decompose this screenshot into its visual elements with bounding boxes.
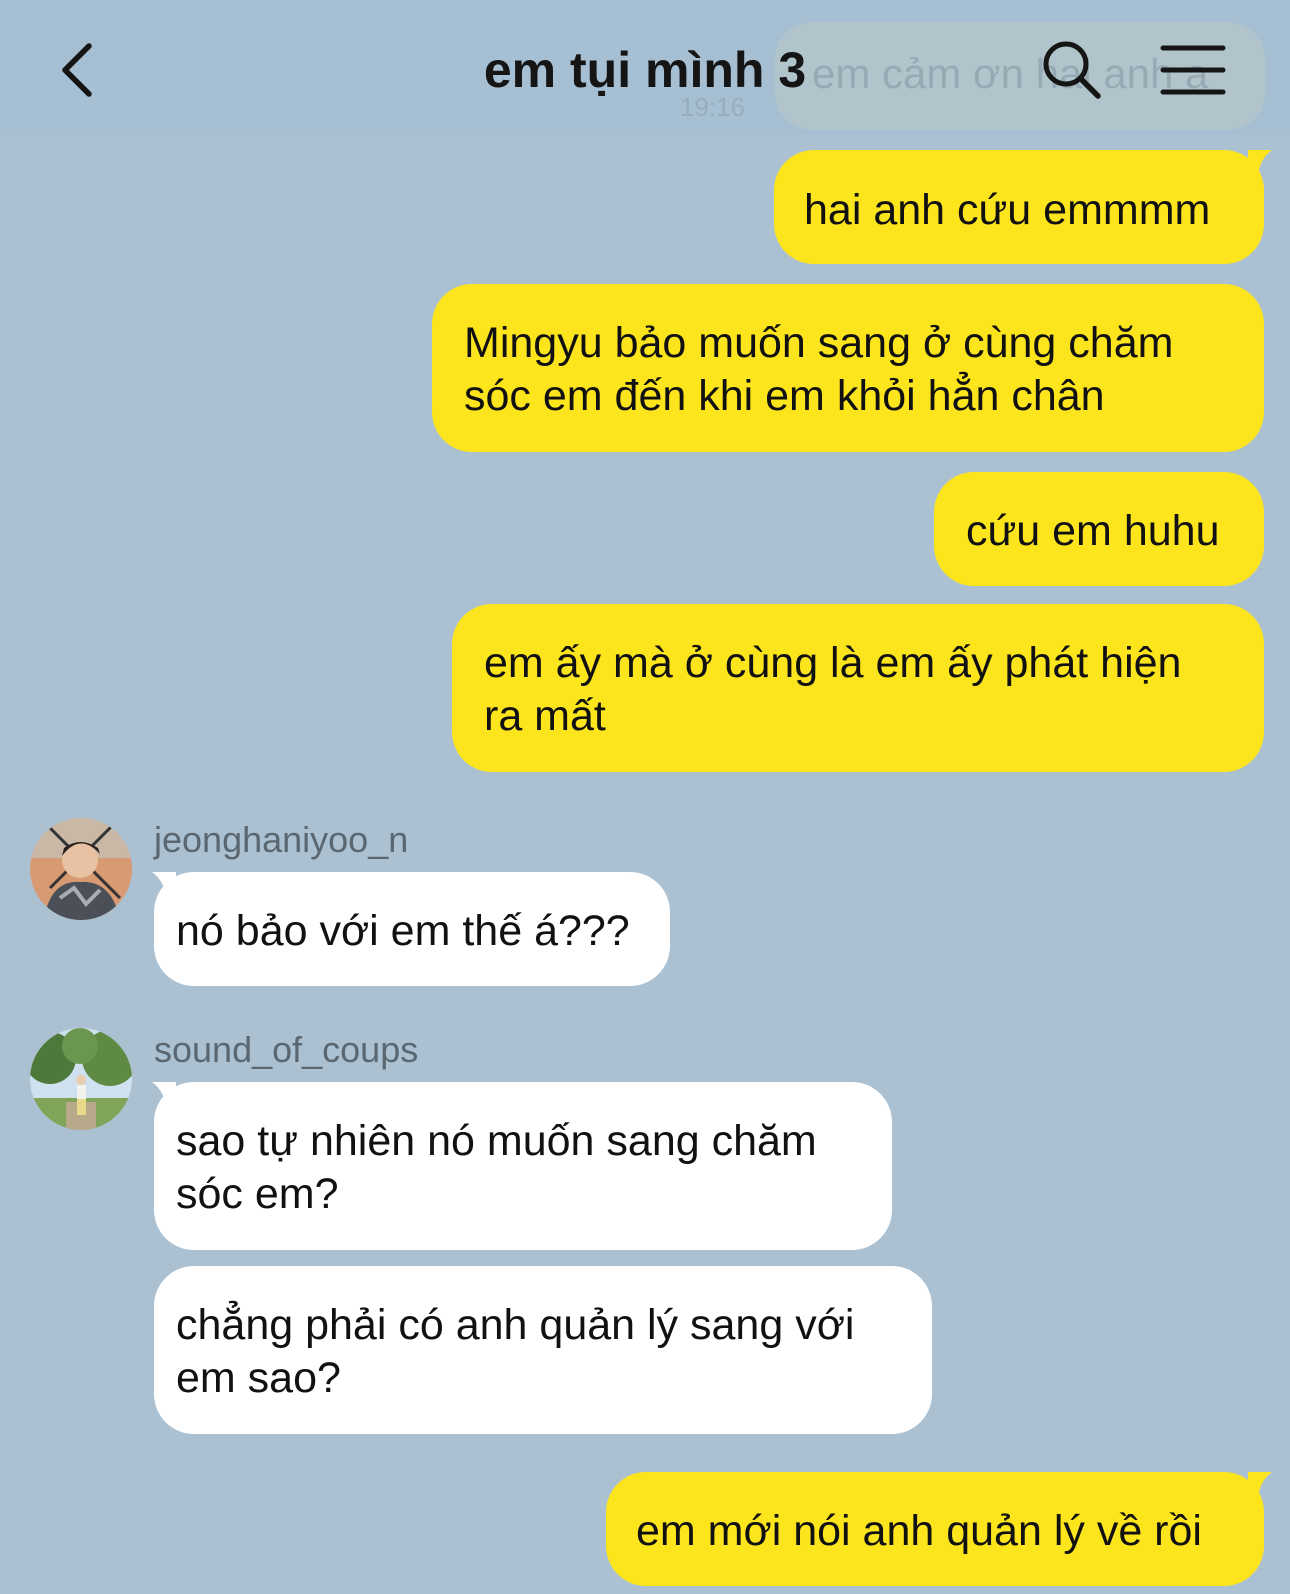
my-message-bubble[interactable]: Mingyu bảo muốn sang ở cùng chăm sóc em … [432,284,1264,452]
message-line: em ấy mà ở cùng là em ấy phát hiện [484,639,1182,687]
their-message-bubble[interactable]: sao tự nhiên nó muốn sang chăm sóc em? [154,1082,892,1250]
profile-photo-icon [30,818,132,920]
avatar[interactable] [30,818,132,920]
message-line: Mingyu bảo muốn sang ở cùng chăm [464,319,1174,367]
search-button[interactable] [1040,38,1104,102]
hamburger-menu-icon [1160,45,1226,95]
my-message-bubble[interactable]: cứu em huhu [934,472,1264,586]
message-line: em sao? [176,1354,341,1402]
search-icon [1043,41,1101,99]
message-line: sóc em đến khi em khỏi hẳn chân [464,372,1105,420]
message-text: nó bảo với em thế á??? [176,907,630,955]
bubble-tail [1248,150,1272,180]
message-line: sóc em? [176,1170,339,1218]
their-message-bubble[interactable]: chẳng phải có anh quản lý sang với em sa… [154,1266,932,1434]
message-text: em mới nói anh quản lý về rồi [636,1507,1202,1555]
message-text: hai anh cứu emmmm [804,186,1211,234]
message-line: chẳng phải có anh quản lý sang với [176,1301,855,1349]
sender-name: sound_of_coups [154,1029,419,1070]
my-message-bubble[interactable]: em mới nói anh quản lý về rồi [606,1472,1264,1586]
message-text: cứu em huhu [966,507,1220,555]
sender-name: jeonghaniyoo_n [154,819,409,860]
menu-button[interactable] [1160,44,1226,96]
my-message-bubble[interactable]: em ấy mà ở cùng là em ấy phát hiện ra mấ… [452,604,1264,772]
profile-photo-icon [30,1028,132,1130]
message-line: ra mất [484,692,606,740]
message-line: sao tự nhiên nó muốn sang chăm [176,1117,817,1165]
avatar[interactable] [30,1028,132,1130]
their-message-bubble[interactable]: nó bảo với em thế á??? [154,872,670,986]
chat-header: em cảm ơn hai anh ạ 19:16 em tụi mình 3 [0,0,1290,135]
bubble-tail [1248,1472,1272,1502]
my-message-bubble[interactable]: hai anh cứu emmmm [774,150,1264,264]
